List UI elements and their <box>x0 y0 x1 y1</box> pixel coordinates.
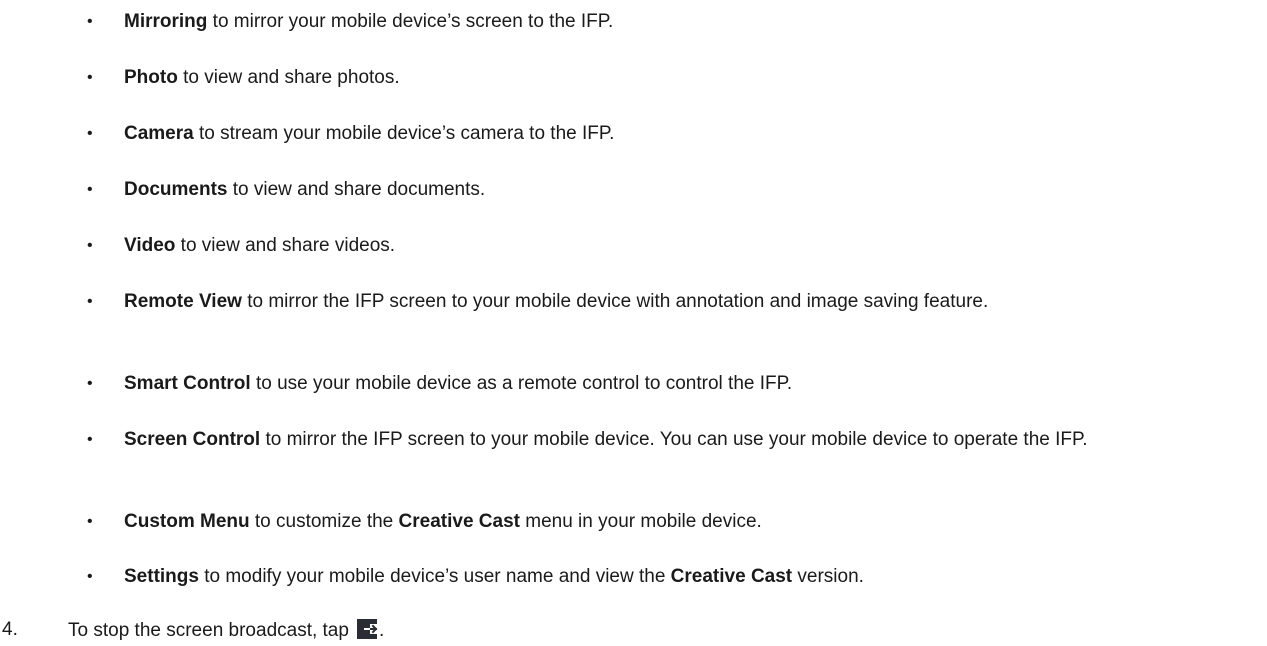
feature-description: to modify your mobile device’s user name… <box>198 566 671 587</box>
feature-description: to customize the <box>249 511 399 532</box>
step-instruction: To stop the screen broadcast, tap <box>68 620 349 641</box>
feature-name: Custom Menu <box>124 511 250 532</box>
feature-description: to view and share photos. <box>177 67 400 88</box>
feature-name: Settings <box>124 566 199 587</box>
feature-name: Remote View <box>124 291 242 312</box>
feature-name: Video <box>124 235 176 256</box>
feature-description: to mirror the IFP screen to your mobile … <box>241 291 989 312</box>
feature-name: Camera <box>124 123 194 144</box>
exit-broadcast-icon <box>355 618 378 640</box>
app-name: Creative Cast <box>670 566 793 587</box>
feature-description: to stream your mobile device’s camera to… <box>193 123 615 144</box>
feature-description: to mirror the IFP screen to your mobile … <box>260 429 1088 450</box>
bullet: • <box>87 69 93 86</box>
feature-description: to use your mobile device as a remote co… <box>250 373 793 394</box>
step-period: . <box>378 620 385 641</box>
feature-name: Mirroring <box>124 11 208 32</box>
app-name: Creative Cast <box>398 511 520 532</box>
step-number: 4. <box>2 619 18 640</box>
bullet: • <box>87 375 93 392</box>
feature-description-end: menu in your mobile device. <box>519 511 762 532</box>
bullet: • <box>87 431 93 448</box>
bullet: • <box>87 237 93 254</box>
bullet: • <box>87 513 93 530</box>
feature-description: to view and share documents. <box>227 179 486 200</box>
feature-name: Documents <box>124 179 228 200</box>
bullet: • <box>87 181 93 198</box>
feature-name: Photo <box>124 67 178 88</box>
feature-name: Screen Control <box>124 429 261 450</box>
bullet: • <box>87 13 93 30</box>
feature-description: to mirror your mobile device’s screen to… <box>207 11 614 32</box>
feature-name: Smart Control <box>124 373 251 394</box>
feature-description: to view and share videos. <box>175 235 396 256</box>
bullet: • <box>87 125 93 142</box>
feature-description-end: version. <box>792 566 864 587</box>
bullet: • <box>87 293 93 310</box>
bullet: • <box>87 568 93 585</box>
